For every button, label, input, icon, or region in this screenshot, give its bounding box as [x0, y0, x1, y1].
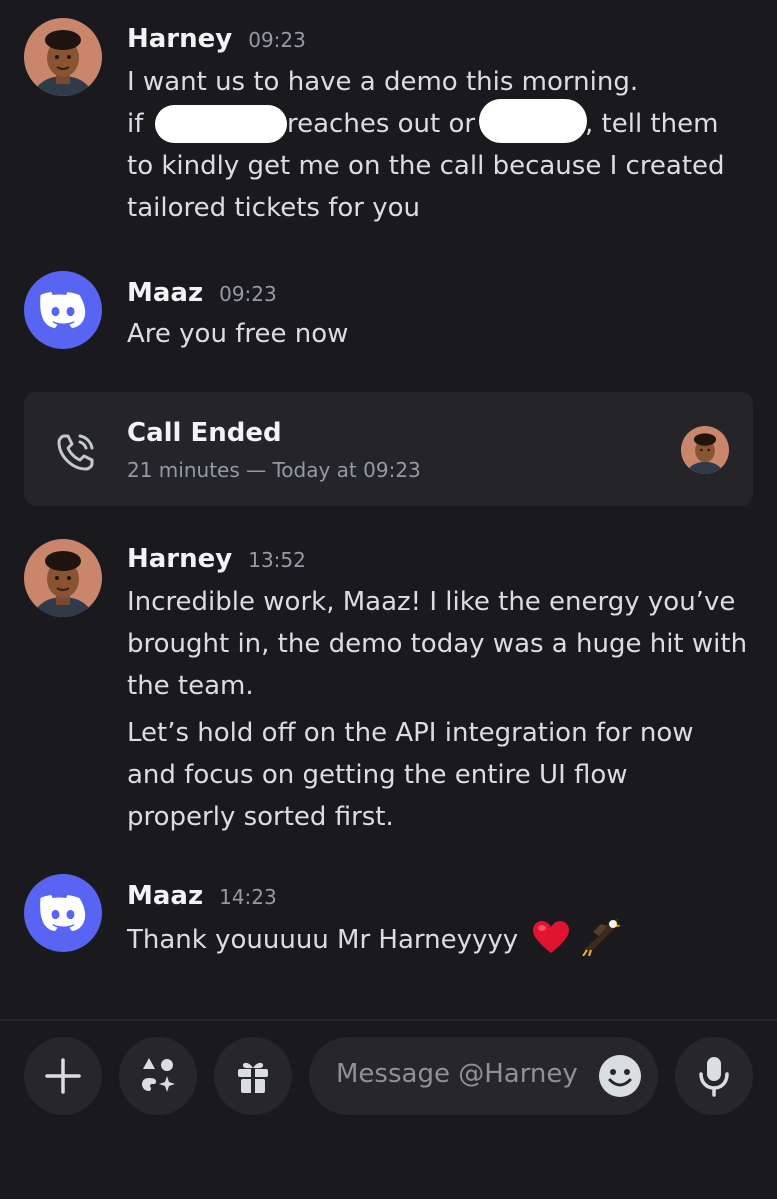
message-line: I want us to have a demo this morning. [127, 67, 639, 97]
author-line: Harney 13:52 [127, 544, 306, 574]
call-title: Call Ended [127, 418, 282, 448]
add-attachment-button[interactable] [24, 1037, 102, 1115]
apps-icon [142, 1058, 175, 1092]
message-text: Thank youuuuu Mr Harneyyyy [127, 916, 757, 961]
redaction-mark [155, 105, 287, 143]
avatar-maaz[interactable] [24, 271, 102, 349]
gift-button[interactable] [214, 1037, 292, 1115]
message-line: Thank youuuuu Mr Harneyyyy [127, 925, 519, 955]
message-line: properly sorted first. [127, 802, 394, 832]
phone-icon [57, 434, 94, 471]
plus-icon [45, 1058, 81, 1094]
apps-button[interactable] [119, 1037, 197, 1115]
message-text: Are you free now [127, 319, 349, 349]
message-line-redacted: if reaches out or , tell them [127, 99, 757, 145]
avatar-maaz[interactable] [24, 874, 102, 952]
author-line: Maaz 14:23 [127, 881, 277, 911]
avatar-harney[interactable] [24, 539, 102, 617]
author-line: Harney 09:23 [127, 24, 306, 54]
discord-logo-icon [40, 292, 86, 328]
message-line: to kindly get me on the call because I c… [127, 151, 725, 181]
message-paragraph: Incredible work, Maaz! I like the energy… [127, 581, 757, 707]
message-input[interactable]: Message @Harney [309, 1037, 658, 1115]
message-line: tailored tickets for you [127, 193, 420, 223]
message-list: Harney 09:23 I want us to have a demo th… [0, 0, 777, 1020]
message-paragraph: Let’s hold off on the API integration fo… [127, 712, 757, 838]
timestamp: 09:23 [219, 282, 277, 306]
timestamp: 13:52 [248, 548, 306, 572]
composer-divider [0, 1019, 777, 1021]
avatar-harney[interactable] [24, 18, 102, 96]
author-name[interactable]: Maaz [127, 278, 203, 308]
author-line: Maaz 09:23 [127, 278, 277, 308]
message-fragment: reaches out or [287, 109, 476, 139]
message-input-placeholder: Message @Harney [336, 1059, 578, 1089]
heart-emoji [533, 921, 570, 953]
microphone-icon [699, 1057, 729, 1097]
message-fragment: if [127, 109, 144, 139]
call-subtitle: 21 minutes — Today at 09:23 [127, 458, 421, 482]
author-name[interactable]: Harney [127, 24, 232, 54]
author-name[interactable]: Harney [127, 544, 232, 574]
timestamp: 14:23 [219, 885, 277, 909]
message-fragment: , tell them [585, 109, 719, 139]
timestamp: 09:23 [248, 28, 306, 52]
message-line: and focus on getting the entire UI flow [127, 760, 628, 790]
message-line: the team. [127, 671, 254, 701]
call-ended-card[interactable]: Call Ended 21 minutes — Today at 09:23 [24, 392, 753, 506]
author-name[interactable]: Maaz [127, 881, 203, 911]
message-text: I want us to have a demo this morning. i… [127, 61, 757, 229]
message-line: brought in, the demo today was a huge hi… [127, 629, 748, 659]
call-participant-avatar [681, 426, 729, 474]
emoji-icon[interactable] [598, 1054, 642, 1098]
gift-icon [238, 1062, 268, 1093]
eagle-emoji [581, 918, 621, 957]
voice-message-button[interactable] [675, 1037, 753, 1115]
message-line: Let’s hold off on the API integration fo… [127, 718, 694, 748]
discord-logo-icon [40, 895, 86, 931]
redaction-mark [479, 99, 587, 143]
message-line: Incredible work, Maaz! I like the energy… [127, 587, 736, 617]
